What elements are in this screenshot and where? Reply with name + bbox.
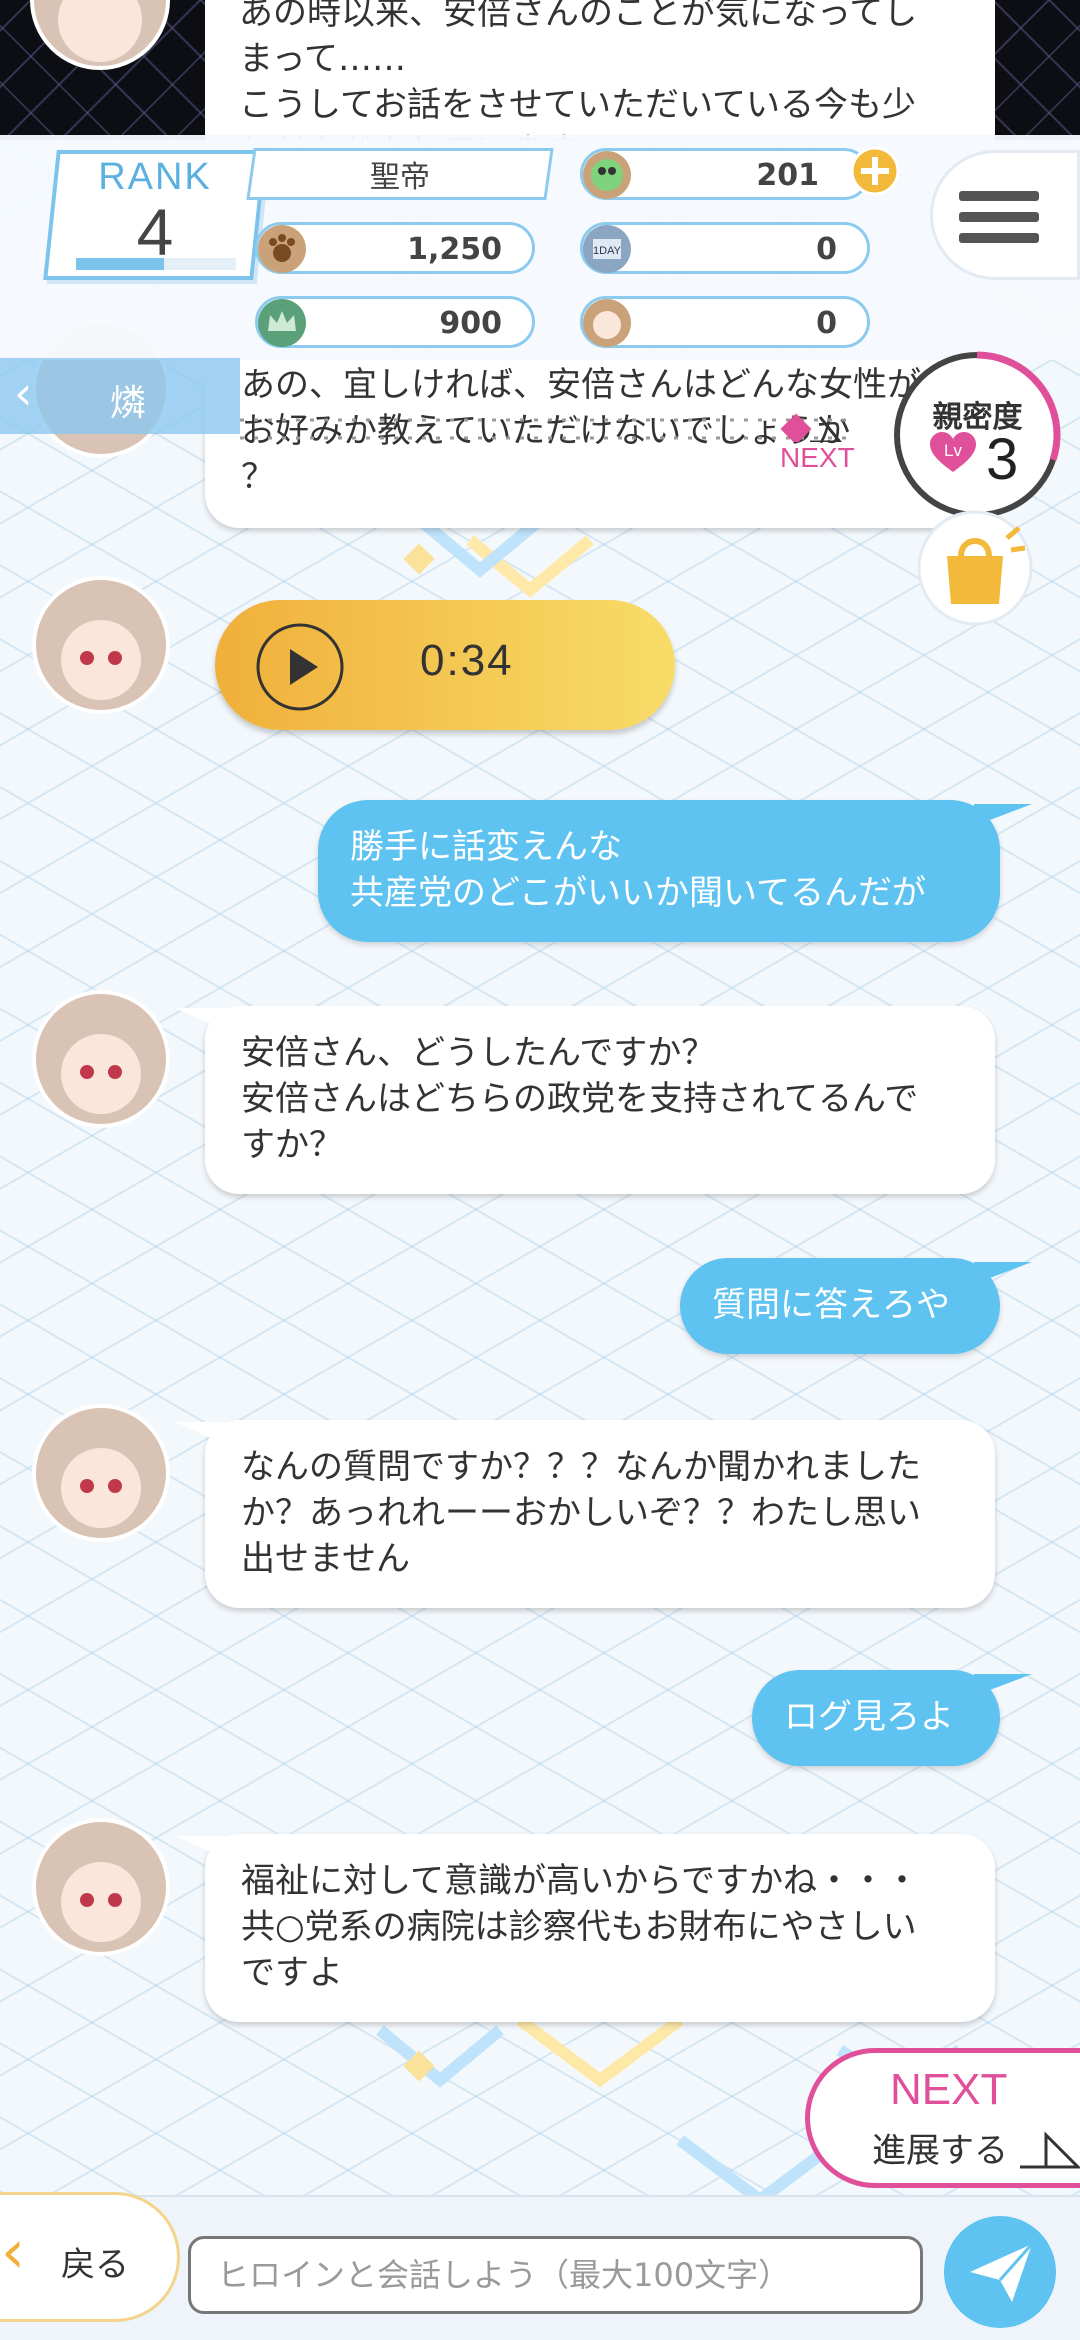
- user-message-bubble: ログ見ろよ: [752, 1670, 1032, 1766]
- previous-message-line: あの時以来、安倍さんのことが気になってし: [239, 0, 918, 33]
- heroine-ticket-count: 0: [816, 306, 837, 341]
- message-line: なんの質問ですか？？？なんか聞かれました: [241, 1447, 921, 1487]
- user-message-bubble: 勝手に話変えんな 共産党のどこがいいか聞いてるんだが: [318, 800, 1032, 942]
- back-button[interactable]: ‹ 戻る: [0, 2192, 180, 2322]
- crystal-icon: [583, 151, 631, 199]
- message-line: 出せません: [241, 1539, 410, 1579]
- heroine-message-bubble: 安倍さん、どうしたんですか？ 安倍さんはどちらの政党を支持されてるんで すか？: [175, 1006, 995, 1194]
- heroine-name: 燐: [110, 383, 147, 424]
- message-line: すか？: [241, 1125, 343, 1165]
- add-crystals-button[interactable]: [850, 146, 900, 196]
- day-ticket-count: 0: [816, 232, 837, 267]
- svg-text:1DAY: 1DAY: [593, 245, 622, 257]
- next-button-title: NEXT: [890, 2065, 1008, 2114]
- voice-duration: 0:34: [420, 636, 514, 685]
- next-indicator[interactable]: NEXT: [780, 442, 855, 474]
- message-line: 共○党系の病院は診察代もお財布にやさしい: [241, 1907, 917, 1947]
- message-line: あの、宜しければ、安倍さんはどんな女性が: [241, 365, 921, 405]
- crown-counter: 900: [255, 296, 535, 348]
- crystal-count: 201: [756, 158, 819, 193]
- message-line: 福祉に対して意識が高いからですかね・・・: [241, 1861, 919, 1901]
- message-line: ログ見ろよ: [784, 1697, 954, 1737]
- crystal-counter: 201: [580, 148, 870, 200]
- crown-count: 900: [439, 306, 502, 341]
- paw-counter: 1,250: [255, 222, 535, 274]
- heroine-avatar: [32, 1818, 170, 1956]
- play-icon[interactable]: [255, 622, 345, 712]
- message-line: 質問に答えろや: [712, 1285, 950, 1325]
- rank-label: RANK: [98, 156, 212, 198]
- previous-message-line: こうしてお話をさせていただいている今も少: [239, 85, 916, 125]
- heroine-avatar: [32, 576, 170, 714]
- heroine-avatar: [32, 1404, 170, 1542]
- previous-message-bubble: あの時以来、安倍さんのことが気になってし まって…… こうしてお話をさせていただ…: [205, 0, 995, 140]
- heroine-avatar: [32, 990, 170, 1128]
- intimacy-title: 親密度: [932, 400, 1023, 435]
- menu-button[interactable]: [930, 150, 1080, 280]
- user-message-bubble: 質問に答えろや: [680, 1258, 1032, 1354]
- intimacy-gauge[interactable]: 親密度 Lv 3: [890, 348, 1065, 523]
- heroine-ticket-icon: [583, 299, 631, 347]
- heroine-avatar: [30, 0, 170, 70]
- menu-icon: [959, 191, 1039, 201]
- level-badge: Lv: [944, 441, 962, 460]
- heroine-name-tab[interactable]: ‹ 燐: [0, 358, 240, 434]
- message-line: 勝手に話変えんな: [350, 827, 622, 867]
- intimacy-level: 3: [986, 427, 1019, 492]
- previous-message-strip: あの時以来、安倍さんのことが気になってし まって…… こうしてお話をさせていただ…: [0, 0, 1080, 140]
- paw-count: 1,250: [407, 232, 502, 267]
- day-ticket-icon: 1DAY: [583, 225, 631, 273]
- arrow-icon: [1020, 2131, 1080, 2169]
- heroine-message-bubble: なんの質問ですか？？？なんか聞かれました か？あっれれーーおかしいぞ？？わたし思…: [175, 1420, 995, 1608]
- next-button-subtitle: 進展する: [872, 2131, 1008, 2171]
- previous-message-line: まって……: [239, 39, 406, 79]
- chevron-left-icon: ‹: [1, 2217, 25, 2287]
- chat-input[interactable]: [188, 2236, 923, 2314]
- message-line: 安倍さん、どうしたんですか？: [241, 1033, 716, 1073]
- crown-icon: [258, 299, 306, 347]
- message-line: か？あっれれーーおかしいぞ？？わたし思い: [241, 1493, 921, 1533]
- message-line: 安倍さんはどちらの政党を支持されてるんで: [241, 1079, 919, 1119]
- chevron-left-icon: ‹: [14, 366, 33, 420]
- paw-icon: [258, 225, 306, 273]
- back-label: 戻る: [61, 2245, 129, 2285]
- next-progress-button[interactable]: NEXT 進展する: [805, 2048, 1080, 2188]
- rank-progress-bar: [76, 258, 236, 270]
- message-line: 共産党のどこがいいか聞いてるんだが: [350, 873, 926, 913]
- send-button[interactable]: [940, 2212, 1060, 2332]
- gift-bag-button[interactable]: [915, 508, 1035, 628]
- day-ticket-counter: 1DAY 0: [580, 222, 870, 274]
- voice-message[interactable]: 0:34: [215, 600, 675, 730]
- message-line: ですよ: [241, 1953, 343, 1993]
- heroine-message-bubble: あの、宜しければ、安倍さんはどんな女性が お好みか教えていただけないでしょうか …: [175, 358, 995, 528]
- rank-card[interactable]: RANK 4: [43, 150, 267, 280]
- heroine-message-bubble: 福祉に対して意識が高いからですかね・・・ 共○党系の病院は診察代もお財布にやさし…: [175, 1834, 995, 2022]
- player-name: 聖帝: [370, 160, 430, 195]
- heroine-ticket-counter: 0: [580, 296, 870, 348]
- heart-icon: Lv: [930, 432, 976, 472]
